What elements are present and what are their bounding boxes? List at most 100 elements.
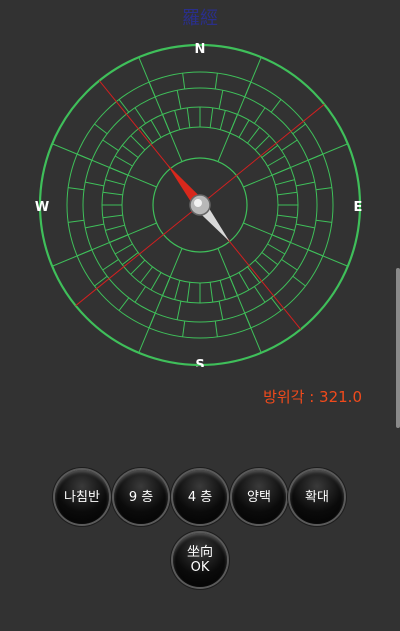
sector-divider: [243, 143, 349, 188]
yangtaek-button[interactable]: 양택: [232, 470, 286, 524]
mountain-divider: [76, 249, 93, 257]
four-layer-button[interactable]: 4 층: [173, 470, 227, 524]
inner-tick: [271, 167, 291, 176]
mountain-divider: [315, 219, 332, 223]
inner-tick: [121, 144, 139, 158]
mountain-divider: [182, 73, 186, 90]
mountain-divider: [68, 187, 85, 191]
yangtaek-button-label: 양택: [247, 489, 271, 505]
inner-tick: [139, 266, 153, 284]
heading-readout: 방위각 : 321.0: [263, 388, 362, 406]
inner-tick: [229, 276, 238, 296]
inner-tick: [174, 110, 181, 130]
sector-divider: [138, 248, 183, 354]
east-label: E: [354, 200, 363, 215]
mid-divider: [102, 259, 119, 271]
inner-tick: [162, 276, 171, 296]
mountain-divider: [148, 312, 156, 329]
needle-hub-highlight: [194, 199, 202, 207]
mid-divider: [254, 107, 266, 124]
compass-button[interactable]: 나침반: [55, 470, 109, 524]
mountain-divider: [270, 99, 282, 113]
mountain-divider: [315, 187, 332, 191]
inner-tick: [277, 214, 298, 219]
inner-tick: [114, 155, 133, 167]
inner-tick: [105, 224, 125, 231]
sector-divider: [217, 56, 262, 162]
inner-tick: [130, 135, 146, 151]
nine-layer-button[interactable]: 9 층: [114, 470, 168, 524]
inner-tick: [114, 243, 133, 255]
mid-divider: [134, 107, 146, 124]
inner-tick: [247, 126, 261, 144]
inner-tick: [109, 167, 129, 176]
inner-tick: [261, 144, 279, 158]
scrollbar[interactable]: [396, 268, 400, 428]
inner-tick: [261, 252, 279, 266]
mid-divider: [296, 181, 315, 187]
inner-tick: [275, 179, 295, 186]
inner-tick: [130, 259, 146, 275]
inner-tick: [209, 107, 214, 128]
nine-layer-button-label: 9 층: [128, 489, 154, 505]
inner-tick: [238, 119, 250, 138]
mid-divider: [296, 223, 315, 229]
west-label: W: [35, 200, 49, 215]
ok-button-line1: 坐向: [186, 545, 213, 560]
mid-divider: [85, 181, 104, 187]
inner-tick: [150, 119, 162, 138]
sector-divider: [51, 143, 157, 188]
mountain-divider: [148, 81, 156, 98]
north-label: N: [195, 42, 206, 57]
inner-tick: [174, 280, 181, 300]
inner-tick: [186, 282, 191, 303]
inner-tick: [254, 259, 270, 275]
inner-tick: [105, 179, 125, 186]
inner-tick: [275, 224, 295, 231]
mountain-divider: [182, 320, 186, 337]
inner-tick: [139, 126, 153, 144]
inner-tick: [102, 191, 123, 196]
mid-divider: [281, 259, 298, 271]
mid-divider: [281, 139, 298, 151]
zoom-button[interactable]: 확대: [290, 470, 344, 524]
mid-divider: [254, 286, 266, 303]
mountain-divider: [214, 320, 218, 337]
compass-dial[interactable]: N S E W: [35, 37, 365, 367]
mountain-divider: [94, 123, 108, 135]
ok-button-line2: OK: [190, 560, 210, 575]
mountain-divider: [292, 275, 306, 287]
inner-tick: [267, 155, 286, 167]
inner-tick: [121, 252, 139, 266]
app-title: 羅經: [182, 8, 218, 29]
mid-divider: [176, 301, 182, 320]
mountain-divider: [118, 297, 130, 311]
mountain-divider: [244, 81, 252, 98]
inner-tick: [150, 272, 162, 291]
inner-tick: [229, 114, 238, 134]
inner-tick: [162, 114, 171, 134]
sector-divider: [217, 248, 262, 354]
four-layer-button-label: 4 층: [187, 489, 213, 505]
south-label: S: [195, 358, 204, 367]
inner-tick: [219, 110, 226, 130]
ok-button[interactable]: 坐向 OK: [173, 533, 227, 587]
mountain-divider: [244, 312, 252, 329]
inner-tick: [219, 280, 226, 300]
inner-tick: [267, 243, 286, 255]
mountain-divider: [214, 73, 218, 90]
inner-tick: [102, 214, 123, 219]
mountain-divider: [68, 219, 85, 223]
inner-tick: [238, 272, 250, 291]
inner-tick: [109, 234, 129, 243]
mountain-divider: [76, 153, 93, 161]
mid-divider: [134, 286, 146, 303]
inner-tick: [254, 135, 270, 151]
mountain-divider: [307, 249, 324, 257]
mid-divider: [102, 139, 119, 151]
inner-tick: [186, 107, 191, 128]
zoom-button-label: 확대: [305, 489, 329, 505]
mid-divider: [176, 90, 182, 109]
sector-divider: [51, 222, 157, 267]
sector-divider: [243, 222, 349, 267]
